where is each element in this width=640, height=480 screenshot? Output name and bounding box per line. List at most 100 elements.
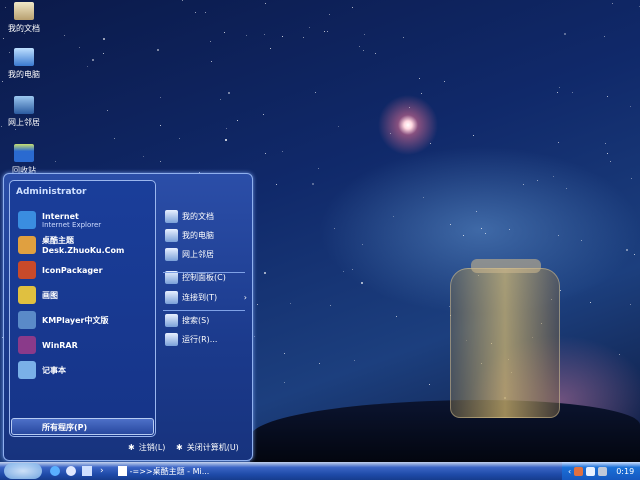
quicklaunch-chevron[interactable]: › — [100, 466, 104, 476]
star — [160, 160, 162, 162]
star — [102, 53, 104, 55]
star — [580, 239, 582, 241]
star — [536, 180, 538, 182]
volume-tray-icon[interactable] — [598, 466, 608, 476]
star — [257, 303, 259, 305]
desktop-icon-label: 我的电脑 — [8, 70, 40, 79]
wallpaper-jar — [450, 259, 560, 418]
user-name: Administrator — [16, 187, 87, 197]
place-item[interactable]: 网上邻居 — [165, 246, 247, 263]
folder-icon — [14, 2, 34, 20]
star — [284, 352, 286, 354]
star — [363, 34, 365, 36]
place-label: 控制面板(C) — [182, 273, 226, 282]
desktop-icon-network[interactable]: 网上邻居 — [2, 96, 46, 128]
star — [509, 229, 511, 231]
star — [324, 31, 326, 33]
desktop-icon-my-computer[interactable]: 我的电脑 — [2, 48, 46, 80]
network-tray-icon[interactable] — [586, 466, 596, 476]
star — [290, 302, 292, 304]
place-label: 连接到(T) — [182, 293, 218, 302]
star — [393, 216, 395, 218]
star — [443, 80, 445, 82]
program-item[interactable]: IconPackager — [18, 259, 103, 281]
star — [92, 58, 95, 61]
star — [430, 142, 432, 144]
star — [629, 105, 631, 107]
taskbar-window-button[interactable]: -=>>桌酷主题 - Mi... — [117, 466, 209, 477]
star — [276, 184, 278, 186]
star — [463, 235, 465, 237]
star — [160, 97, 162, 99]
star — [329, 305, 331, 307]
place-item[interactable]: 我的电脑 — [165, 227, 247, 244]
computer-icon — [14, 48, 34, 66]
star — [556, 91, 558, 93]
shutdown-label: 关闭计算机(U) — [186, 443, 239, 452]
window-icon — [117, 466, 127, 476]
program-label: IconPackager — [42, 265, 103, 275]
search-icon — [165, 314, 178, 327]
star — [329, 14, 331, 16]
star — [178, 138, 180, 139]
star — [3, 38, 5, 40]
star — [633, 254, 635, 256]
star — [480, 228, 482, 230]
ie-quicklaunch-icon[interactable] — [50, 466, 60, 476]
place-item[interactable]: 搜索(S) — [165, 312, 247, 329]
tray-app-icon[interactable] — [574, 466, 584, 476]
divider — [163, 310, 245, 311]
recycle-bin-icon — [14, 144, 34, 162]
star — [360, 282, 363, 285]
star — [263, 34, 265, 36]
star — [142, 156, 144, 158]
globe-quicklaunch-icon[interactable] — [66, 466, 76, 476]
program-item[interactable]: Internet Internet Explorer — [18, 209, 101, 231]
desktop-icon-recycle-bin[interactable]: 回收站 — [2, 144, 46, 176]
star — [409, 107, 411, 109]
program-item[interactable]: WinRAR — [18, 334, 78, 356]
program-item[interactable]: 记事本 — [18, 359, 66, 381]
start-button[interactable] — [4, 463, 42, 479]
star — [253, 336, 255, 338]
all-programs-button[interactable]: 所有程序(P) — [11, 418, 154, 435]
star — [55, 161, 57, 163]
logoff-icon: ✱ — [128, 443, 135, 452]
connect-icon — [165, 291, 178, 304]
logoff-button[interactable]: ✱ 注销(L) — [128, 442, 165, 453]
ie-icon — [18, 211, 36, 229]
place-item[interactable]: 运行(R)... — [165, 331, 247, 348]
program-item[interactable]: 画图 — [18, 284, 58, 306]
paint-icon — [18, 286, 36, 304]
star — [114, 137, 116, 139]
place-item[interactable]: 连接到(T) › — [165, 289, 247, 306]
star — [362, 49, 364, 51]
star — [358, 46, 360, 48]
star — [342, 270, 344, 272]
clock[interactable]: 0:19 — [616, 467, 634, 476]
shutdown-button[interactable]: ✱ 关闭计算机(U) — [176, 442, 239, 453]
star — [559, 86, 561, 88]
star — [389, 133, 391, 135]
divider — [163, 272, 245, 273]
program-item[interactable]: 桌酷主题Desk.ZhuoKu.Com — [18, 234, 155, 256]
place-item[interactable]: 我的文档 — [165, 208, 247, 225]
star — [194, 11, 196, 13]
logoff-label: 注销(L) — [138, 443, 166, 452]
programs-panel: Administrator Internet Internet Explorer 桌… — [9, 180, 156, 437]
star — [475, 210, 477, 212]
star — [571, 91, 573, 93]
desktop-icon-my-documents[interactable]: 我的文档 — [2, 2, 46, 34]
star — [237, 119, 239, 121]
star — [472, 135, 474, 137]
star — [63, 35, 65, 37]
tray-expand-chevron[interactable]: ‹ — [568, 467, 571, 476]
star — [612, 2, 614, 4]
network-icon — [14, 96, 34, 114]
star — [303, 37, 305, 39]
explorer-quicklaunch-icon[interactable] — [82, 466, 92, 476]
star — [282, 35, 284, 37]
star — [485, 233, 487, 235]
program-item[interactable]: KMPlayer中文版 — [18, 309, 109, 331]
star — [607, 96, 609, 97]
